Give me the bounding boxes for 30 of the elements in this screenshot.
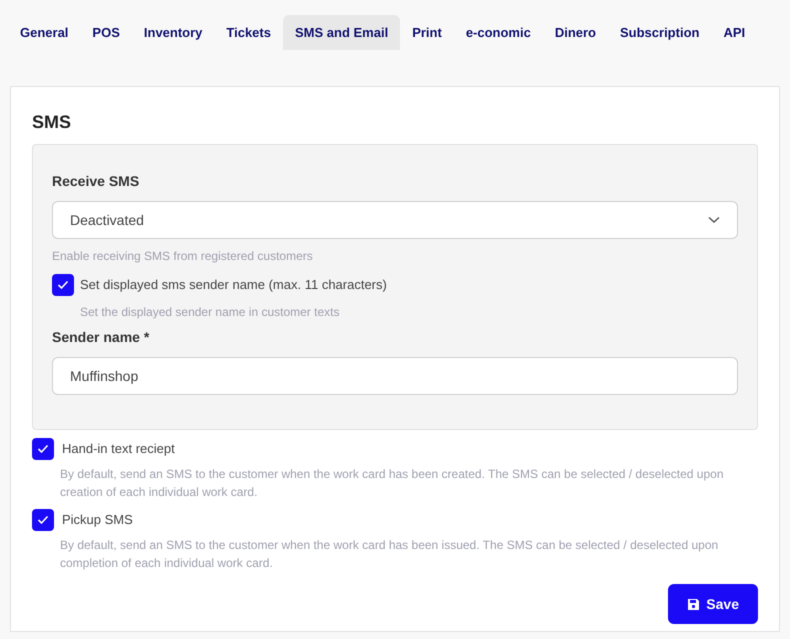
- tab[interactable]: Print: [400, 15, 454, 50]
- tab[interactable]: Inventory: [132, 15, 214, 50]
- tab[interactable]: Tickets: [214, 15, 283, 50]
- field-label: Receive SMS: [52, 172, 140, 191]
- check-icon: [57, 280, 69, 290]
- tab[interactable]: General: [8, 15, 80, 50]
- help-text: By default, send an SMS to the customer when the work card has been created. The SMS can be selected / deselected upon creation of each individual work card.: [59, 466, 725, 501]
- field-label: Sender name *: [52, 328, 150, 347]
- tab[interactable]: e-conomic: [454, 15, 543, 50]
- help-text: By default, send an SMS to the customer when the work card has been issued. The SMS can be selected / deselected upon completion of each individual work card.: [59, 537, 720, 572]
- checkbox-label: Hand-in text reciept: [62, 440, 175, 458]
- checkbox-label: Set displayed sms sender name (max. 11 characters): [80, 276, 387, 294]
- help-text: Set the displayed sender name in customer texts: [79, 304, 340, 321]
- check-icon: [37, 515, 49, 525]
- select-field[interactable]: Deactivated: [52, 201, 738, 239]
- section-title: SMS: [32, 111, 72, 134]
- tab[interactable]: Subscription: [608, 15, 712, 50]
- save-button[interactable]: Save: [668, 584, 758, 624]
- tab[interactable]: API: [711, 15, 758, 50]
- checkbox-label: Pickup SMS: [62, 511, 133, 530]
- tab[interactable]: Dinero: [542, 15, 608, 50]
- chevron-down-icon: [708, 216, 720, 224]
- checkbox[interactable]: [32, 438, 54, 460]
- help-text: Enable receiving SMS from registered customers: [52, 248, 314, 265]
- tab[interactable]: POS: [80, 15, 132, 50]
- check-icon: [37, 444, 49, 454]
- tab[interactable]: SMS and Email: [282, 15, 400, 50]
- checkbox[interactable]: [52, 274, 74, 296]
- sender-name-field[interactable]: Muffinshop: [52, 357, 738, 395]
- checkbox[interactable]: [32, 509, 54, 531]
